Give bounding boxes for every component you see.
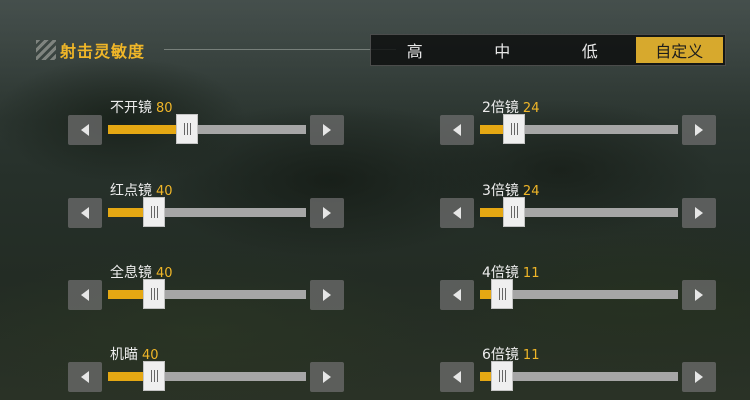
increase-button[interactable]: [310, 362, 344, 392]
increase-button[interactable]: [682, 115, 716, 145]
slider-value: 24: [522, 184, 540, 199]
slider-thumb[interactable]: [143, 279, 165, 309]
chevron-right-icon: [695, 289, 703, 301]
slider-thumb[interactable]: [503, 114, 525, 144]
chevron-right-icon: [323, 289, 331, 301]
increase-button[interactable]: [310, 198, 344, 228]
slider-2x-scope: 2倍镜 24: [440, 97, 720, 147]
chevron-right-icon: [323, 207, 331, 219]
slider-track[interactable]: [108, 125, 306, 134]
stripes-icon: [36, 40, 56, 60]
title-group: 射击灵敏度: [36, 38, 145, 62]
chevron-left-icon: [453, 371, 461, 383]
chevron-right-icon: [695, 124, 703, 136]
slider-red-dot: 红点镜 40: [68, 180, 348, 230]
slider-label: 不开镜 80: [110, 97, 173, 117]
slider-thumb[interactable]: [491, 279, 513, 309]
slider-value: 80: [156, 101, 173, 116]
slider-no-scope: 不开镜 80: [68, 97, 348, 147]
sensitivity-preset-selector: 高 中 低 自定义: [370, 34, 726, 66]
chevron-left-icon: [81, 289, 89, 301]
increase-button[interactable]: [682, 362, 716, 392]
settings-header: 射击灵敏度 高 中 低 自定义: [36, 34, 726, 66]
slider-thumb[interactable]: [503, 197, 525, 227]
increase-button[interactable]: [682, 198, 716, 228]
increase-button[interactable]: [310, 280, 344, 310]
chevron-left-icon: [81, 124, 89, 136]
preset-custom-button[interactable]: 自定义: [635, 37, 723, 63]
slider-value: 24: [522, 101, 540, 116]
chevron-right-icon: [695, 207, 703, 219]
preset-high-button[interactable]: 高: [371, 35, 459, 65]
chevron-right-icon: [323, 371, 331, 383]
page-title: 射击灵敏度: [60, 42, 146, 61]
chevron-left-icon: [453, 207, 461, 219]
slider-thumb[interactable]: [143, 361, 165, 391]
chevron-left-icon: [81, 207, 89, 219]
title-divider: [164, 49, 396, 50]
slider-holographic: 全息镜 40: [68, 262, 348, 312]
slider-4x-scope: 4倍镜 11: [440, 262, 720, 312]
slider-thumb[interactable]: [176, 114, 198, 144]
slider-thumb[interactable]: [491, 361, 513, 391]
chevron-right-icon: [323, 124, 331, 136]
chevron-left-icon: [453, 124, 461, 136]
decrease-button[interactable]: [68, 362, 102, 392]
decrease-button[interactable]: [68, 280, 102, 310]
chevron-right-icon: [695, 371, 703, 383]
slider-3x-scope: 3倍镜 24: [440, 180, 720, 230]
decrease-button[interactable]: [440, 280, 474, 310]
decrease-button[interactable]: [68, 115, 102, 145]
slider-value: 11: [522, 348, 540, 363]
slider-value: 11: [522, 266, 540, 281]
slider-name: 不开镜: [110, 100, 152, 116]
preset-medium-button[interactable]: 中: [459, 35, 547, 65]
slider-iron-sight: 机瞄 40: [68, 344, 348, 394]
decrease-button[interactable]: [68, 198, 102, 228]
slider-thumb[interactable]: [143, 197, 165, 227]
decrease-button[interactable]: [440, 198, 474, 228]
chevron-left-icon: [81, 371, 89, 383]
increase-button[interactable]: [682, 280, 716, 310]
slider-track[interactable]: [108, 290, 306, 299]
chevron-left-icon: [453, 289, 461, 301]
preset-low-button[interactable]: 低: [546, 35, 634, 65]
decrease-button[interactable]: [440, 115, 474, 145]
slider-track[interactable]: [108, 372, 306, 381]
slider-track[interactable]: [108, 208, 306, 217]
decrease-button[interactable]: [440, 362, 474, 392]
slider-6x-scope: 6倍镜 11: [440, 344, 720, 394]
slider-name: 机瞄: [110, 347, 138, 363]
increase-button[interactable]: [310, 115, 344, 145]
